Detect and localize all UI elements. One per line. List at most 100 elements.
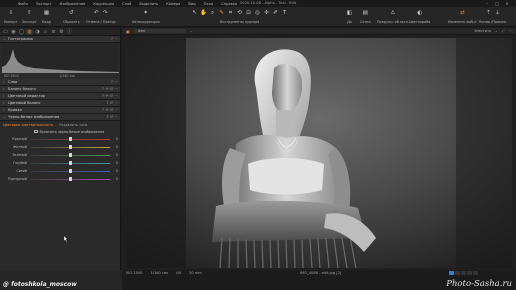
help-icon[interactable]: ? (102, 108, 104, 112)
menu-window[interactable]: Окно (204, 2, 214, 6)
before-button[interactable]: ◧ До (346, 9, 353, 24)
import-button[interactable]: ⇩ Импорт (4, 9, 18, 24)
tab-metadata[interactable]: ⓘ (66, 29, 73, 35)
annotate-icon[interactable]: ✐ (272, 10, 279, 17)
menu-layer[interactable]: Слой (122, 2, 131, 6)
reset-icon[interactable]: ↺ (110, 115, 113, 119)
reset-icon[interactable]: ↺ (110, 108, 113, 112)
apply-icon[interactable]: ⇣ (494, 10, 501, 17)
fit-zoom-select[interactable]: Уместить (474, 29, 491, 33)
variant-dot[interactable] (473, 271, 478, 275)
slider-green[interactable]: Зеленый 0 (0, 151, 120, 159)
section-black-white[interactable]: ⌄ Черно-белые изображения ? ↺ ⋯ (0, 114, 120, 121)
close-window-button[interactable]: ✕ (502, 1, 512, 6)
tab-exposure[interactable]: ◑ (34, 29, 41, 35)
background-select[interactable]: Фон (133, 29, 186, 33)
exposure-warning-button[interactable]: ⚠ Предупр. об эксп. (377, 9, 409, 24)
redo-icon[interactable]: ↷ (102, 10, 109, 17)
zoom-icon[interactable]: ⌕ (209, 10, 216, 17)
reset-icon[interactable]: ↺ (110, 101, 113, 105)
section-color-editor[interactable]: › Цветовой редактор ? ✢ ↺ ⋯ (0, 93, 120, 100)
crop-icon[interactable]: ⌗ (227, 10, 234, 17)
hand-icon[interactable]: ✋ (200, 10, 207, 17)
slider-thumb[interactable] (68, 145, 72, 149)
menu-camera[interactable]: Камера (166, 2, 180, 6)
chevron-down-icon[interactable]: ⌄ (495, 29, 498, 33)
spot-removal-icon[interactable]: ◎ (254, 10, 261, 17)
tab-adjustments[interactable]: ⚙ (58, 29, 65, 35)
more-icon[interactable]: ⋯ (114, 87, 118, 91)
variant-dot[interactable] (467, 271, 472, 275)
enable-bw-row[interactable]: ✓ Включить черно-белые изображения (0, 128, 120, 135)
slider-value[interactable]: 0 (116, 169, 118, 173)
slider-track[interactable] (30, 145, 110, 149)
slider-value[interactable]: 0 (116, 145, 118, 149)
variant-dot[interactable] (461, 271, 466, 275)
slider-value[interactable]: 0 (116, 137, 118, 141)
pointer-icon[interactable]: ↖ (191, 10, 198, 17)
tab-capture[interactable]: ◉ (10, 29, 17, 35)
reset-icon[interactable]: ↺ (110, 94, 113, 98)
slider-track[interactable] (30, 177, 110, 181)
tab-layers[interactable]: ≡ (50, 29, 57, 35)
slider-thumb[interactable] (68, 137, 72, 141)
slider-track[interactable] (30, 161, 110, 165)
picker-icon[interactable]: ✢ (263, 10, 270, 17)
undo-icon[interactable]: ↶ (93, 10, 100, 17)
slider-thumb[interactable] (68, 177, 72, 181)
help-icon[interactable]: ? (106, 115, 108, 119)
proof-button[interactable]: ◐ Цветопроба (409, 9, 430, 24)
picker-icon[interactable]: ✢ (105, 94, 108, 98)
help-icon[interactable]: ? (111, 37, 113, 41)
section-histogram[interactable]: ⌄ Гистограмма ? ⋯ (0, 36, 120, 43)
rotate-icon[interactable]: ⟲ (236, 10, 243, 17)
help-icon[interactable]: ? (106, 101, 108, 105)
section-curve[interactable]: › Кривая ? ✢ ↺ ⋯ (0, 107, 120, 114)
export-button[interactable]: ⇧ Экспорт (22, 9, 37, 24)
library-button[interactable]: ▦ Кадр (42, 9, 51, 24)
tab-color-sensitivity[interactable]: Цветовая чувствительность (3, 123, 53, 127)
slider-thumb[interactable] (68, 153, 72, 157)
help-icon[interactable]: ? (111, 80, 113, 84)
variant-dot[interactable] (449, 271, 454, 275)
slider-track[interactable] (30, 137, 110, 141)
menu-adjust[interactable]: Коррекция (93, 2, 114, 6)
slider-value[interactable]: 0 (116, 177, 118, 181)
section-color-balance[interactable]: › Цветовой баланс ? ↺ ⋯ (0, 100, 120, 107)
slider-cyan[interactable]: Голубой 0 (0, 159, 120, 167)
slider-blue[interactable]: Синий 0 (0, 167, 120, 175)
help-icon[interactable]: ? (102, 94, 104, 98)
variant-dot[interactable] (455, 271, 460, 275)
slider-yellow[interactable]: Желтый 0 (0, 143, 120, 151)
menu-view[interactable]: Вид (188, 2, 195, 6)
copy-apply-button[interactable]: ⇡ ⇣ Копир./Примен. (479, 9, 507, 24)
slider-value[interactable]: 0 (116, 161, 118, 165)
picker-icon[interactable]: ✢ (105, 87, 108, 91)
undo-redo-buttons[interactable]: ↶ ↷ Отмена / Повтор (86, 9, 116, 24)
slider-track[interactable] (30, 169, 110, 173)
enable-bw-checkbox[interactable]: ✓ (34, 130, 38, 134)
slider-red[interactable]: Красный 0 (0, 135, 120, 143)
slider-track[interactable] (30, 153, 110, 157)
copy-icon[interactable]: ⇡ (485, 10, 492, 17)
more-icon[interactable]: ⋯ (114, 80, 118, 84)
more-icon[interactable]: ⋯ (114, 108, 118, 112)
section-white-balance[interactable]: › Баланс белого ? ✢ ↺ ⋯ (0, 86, 120, 93)
more-icon[interactable]: ⋯ (114, 94, 118, 98)
photo-canvas[interactable] (126, 38, 512, 268)
keystone-icon[interactable]: ⊡ (245, 10, 252, 17)
more-icon[interactable]: ⋯ (114, 115, 118, 119)
menu-help[interactable]: Справка (221, 2, 237, 6)
help-icon[interactable]: ? (102, 87, 104, 91)
chevron-down-icon[interactable]: ⌄ (190, 29, 193, 33)
text-icon[interactable]: T (281, 10, 288, 17)
tab-color[interactable]: ◍ (26, 28, 33, 35)
menu-file[interactable]: Файл (18, 2, 28, 6)
grid-button[interactable]: ▤ Сетка (360, 9, 371, 24)
menu-select[interactable]: Выделить (139, 2, 158, 6)
fullscreen-icon[interactable]: ⤢ (502, 29, 505, 33)
maximize-button[interactable]: □ (492, 1, 502, 6)
menu-export[interactable]: Экспорт (36, 2, 52, 6)
reset-icon[interactable]: ↺ (110, 87, 113, 91)
reset-button[interactable]: ↺ Сбросить (63, 9, 80, 24)
